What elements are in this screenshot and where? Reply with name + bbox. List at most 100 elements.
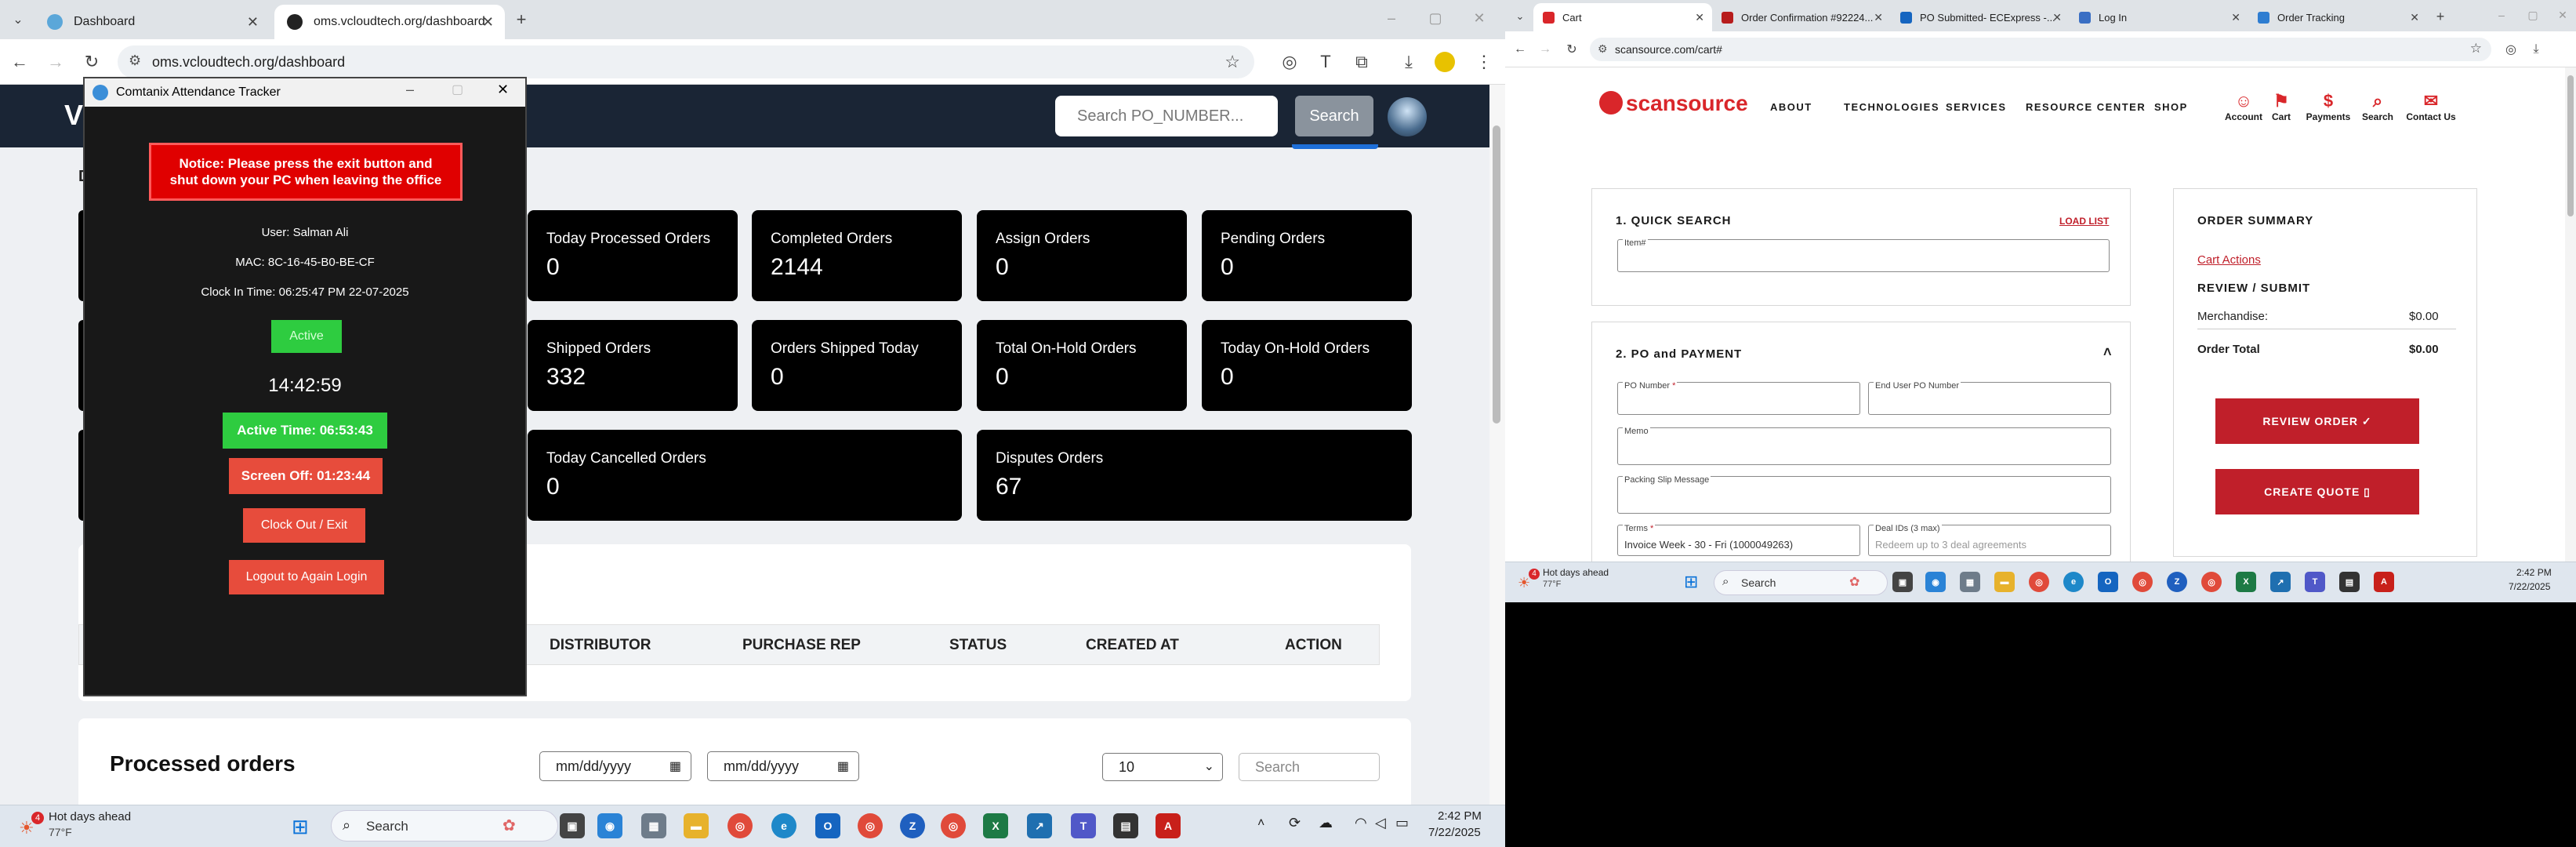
start-date-input[interactable]: mm/dd/yyyy ▦ <box>539 751 691 781</box>
nav-resource-center[interactable]: RESOURCE CENTER <box>2026 101 2146 113</box>
close-tab-icon[interactable]: ✕ <box>1695 11 1704 24</box>
profile-avatar[interactable] <box>1435 52 1455 72</box>
volume-icon[interactable]: ◁ <box>1375 815 1386 831</box>
chrome-profile-icon[interactable]: ◎ <box>2201 572 2222 592</box>
tab-dashboard[interactable]: Dashboard ✕ <box>34 5 270 39</box>
windows-start-icon[interactable]: ⊞ <box>1684 572 1698 592</box>
tab-order-confirmation[interactable]: Order Confirmation #92224... ✕ <box>1712 3 1891 31</box>
acrobat-icon[interactable]: A <box>2374 572 2394 592</box>
close-tab-icon[interactable]: ✕ <box>2410 11 2419 24</box>
outlook-icon[interactable]: O <box>815 813 840 838</box>
close-tab-icon[interactable]: ✕ <box>2231 11 2240 24</box>
memo-field[interactable]: Memo <box>1617 427 2111 465</box>
card-today-cancelled[interactable]: Today Cancelled Orders 0 <box>528 430 962 521</box>
scansource-logo-icon[interactable] <box>1599 91 1623 115</box>
bookmark-star-icon[interactable]: ☆ <box>1225 52 1240 72</box>
review-order-button[interactable]: REVIEW ORDER ✓ <box>2215 398 2419 444</box>
tab-oms-dashboard[interactable]: oms.vcloudtech.org/dashboard ✕ <box>274 5 505 39</box>
text-tool-icon[interactable]: T <box>1314 50 1337 74</box>
close-icon[interactable]: ✕ <box>497 82 509 98</box>
card-total-on-hold[interactable]: Total On-Hold Orders 0 <box>977 320 1187 411</box>
download-icon[interactable]: ⤓ <box>1397 50 1420 74</box>
reload-icon[interactable]: ↻ <box>1560 38 1584 61</box>
search-link[interactable]: ⌕ Search <box>2352 91 2404 122</box>
tab-search-chevron-icon[interactable]: ⌄ <box>6 8 30 31</box>
scrollbar-thumb[interactable] <box>2567 75 2574 216</box>
scansource-logo[interactable]: scansource <box>1626 91 1748 116</box>
maximize-icon[interactable]: ▢ <box>2521 3 2545 27</box>
load-list-link[interactable]: LOAD LIST <box>2059 216 2109 227</box>
col-created-at[interactable]: CREATED AT <box>1086 637 1179 654</box>
excel-icon[interactable]: X <box>2236 572 2256 592</box>
chrome-profile-icon[interactable]: ◎ <box>941 813 966 838</box>
new-tab-button[interactable]: + <box>510 8 533 31</box>
card-shipped-today[interactable]: Orders Shipped Today 0 <box>752 320 962 411</box>
extension-icon[interactable]: ◎ <box>2499 38 2523 61</box>
app-icon[interactable]: ▤ <box>2339 572 2360 592</box>
task-view-icon[interactable]: ▣ <box>1892 572 1913 592</box>
file-explorer-icon[interactable]: ▬ <box>1994 572 2015 592</box>
forward-icon[interactable]: → <box>44 50 67 74</box>
file-explorer-icon[interactable]: ▬ <box>684 813 709 838</box>
tab-search-chevron-icon[interactable]: ⌄ <box>1508 5 1532 28</box>
address-bar[interactable]: ⚙ scansource.com/cart# ☆ <box>1590 38 2491 61</box>
page-scrollbar[interactable] <box>1489 85 1505 814</box>
clock-date[interactable]: 7/22/2025 <box>2509 581 2550 592</box>
back-icon[interactable]: ← <box>8 50 31 74</box>
puzzle-extension-icon[interactable]: ⧉ <box>1350 50 1373 74</box>
close-tab-icon[interactable]: ✕ <box>2052 11 2062 24</box>
download-icon[interactable]: ⤓ <box>2524 38 2548 61</box>
new-tab-button[interactable]: + <box>2429 5 2452 28</box>
close-window-icon[interactable]: ✕ <box>2551 3 2574 27</box>
app-icon[interactable]: ▤ <box>1113 813 1138 838</box>
maximize-icon[interactable]: ▢ <box>1424 6 1447 30</box>
calculator-icon[interactable]: ▦ <box>641 813 666 838</box>
nav-shop[interactable]: SHOP <box>2154 101 2188 113</box>
calendar-icon[interactable]: ▦ <box>837 758 849 774</box>
edge-icon[interactable]: e <box>2063 572 2084 592</box>
weather-widget[interactable]: ☀ 4 <box>17 812 45 840</box>
create-quote-button[interactable]: CREATE QUOTE ▯ <box>2215 469 2419 514</box>
app-icon[interactable]: ◉ <box>1925 572 1946 592</box>
card-pending[interactable]: Pending Orders 0 <box>1202 210 1412 301</box>
excel-icon[interactable]: X <box>983 813 1008 838</box>
back-icon[interactable]: ← <box>1508 38 1532 61</box>
packing-slip-field[interactable]: Packing Slip Message <box>1617 475 2111 514</box>
payments-link[interactable]: $ Payments <box>2297 91 2360 122</box>
col-distributor[interactable]: DISTRIBUTOR <box>550 637 651 654</box>
end-user-po-field[interactable]: End User PO Number <box>1868 381 2111 415</box>
tray-cloud-icon[interactable]: ☁ <box>1319 815 1333 831</box>
forward-icon[interactable]: → <box>1533 38 1557 61</box>
cart-actions-link[interactable]: Cart Actions <box>2197 253 2261 267</box>
card-today-on-hold[interactable]: Today On-Hold Orders 0 <box>1202 320 1412 411</box>
site-info-icon[interactable]: ⚙ <box>1598 42 1608 56</box>
remote-desktop-icon[interactable]: ↗ <box>1027 813 1052 838</box>
remote-desktop-icon[interactable]: ↗ <box>2270 572 2291 592</box>
clock-time[interactable]: 2:42 PM <box>2516 567 2552 578</box>
collapse-chevron-icon[interactable]: ˄ <box>2103 344 2112 361</box>
address-bar[interactable]: ⚙ oms.vcloudtech.org/dashboard ☆ <box>118 45 1254 78</box>
clock-out-button[interactable]: Clock Out / Exit <box>243 508 365 543</box>
logout-button[interactable]: Logout to Again Login <box>229 560 384 594</box>
close-window-icon[interactable]: ✕ <box>1468 6 1491 30</box>
site-info-icon[interactable]: ⚙ <box>129 53 141 69</box>
clock-date[interactable]: 7/22/2025 <box>1428 826 1481 839</box>
minimize-icon[interactable]: – <box>2490 3 2513 27</box>
nav-about[interactable]: ABOUT <box>1770 101 1812 113</box>
tab-po-submitted[interactable]: PO Submitted- ECExpress -... ✕ <box>1891 3 2070 31</box>
task-view-icon[interactable]: ▣ <box>560 813 585 838</box>
close-tab-icon[interactable]: ✕ <box>247 14 259 31</box>
user-avatar[interactable] <box>1388 97 1427 136</box>
table-search-input[interactable]: Search <box>1239 753 1380 781</box>
close-tab-icon[interactable]: ✕ <box>482 14 494 31</box>
chrome-icon[interactable]: ◎ <box>727 813 753 838</box>
card-disputes[interactable]: Disputes Orders 67 <box>977 430 1412 521</box>
calendar-icon[interactable]: ▦ <box>669 758 681 774</box>
clock-time[interactable]: 2:42 PM <box>1438 809 1482 823</box>
bookmark-star-icon[interactable]: ☆ <box>2470 41 2482 56</box>
item-number-field[interactable]: Item# <box>1617 238 2110 272</box>
zoom-icon[interactable]: Z <box>2167 572 2187 592</box>
teams-icon[interactable]: T <box>1071 813 1096 838</box>
chrome-icon[interactable]: ◎ <box>2029 572 2049 592</box>
card-completed[interactable]: Completed Orders 2144 <box>752 210 962 301</box>
